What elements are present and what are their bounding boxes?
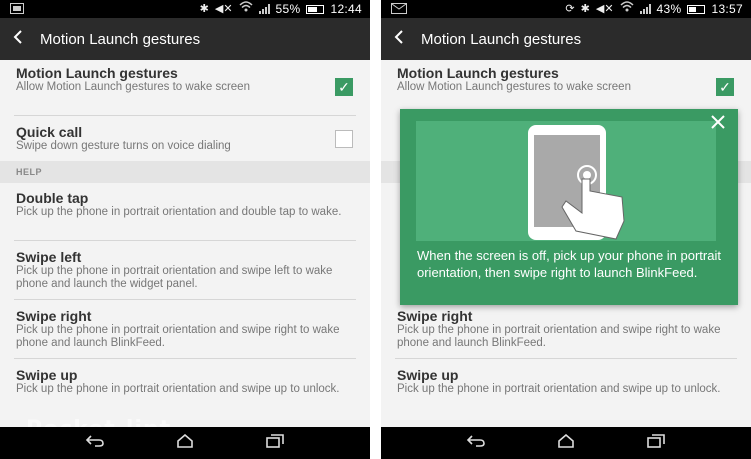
divider	[14, 115, 356, 116]
section-header-help: HELP	[0, 161, 370, 183]
clock: 12:44	[330, 2, 362, 16]
help-subtitle: Pick up the phone in portrait orientatio…	[397, 383, 721, 395]
clock: 13:57	[711, 2, 743, 16]
help-item-swipe-up[interactable]: Swipe up Pick up the phone in portrait o…	[381, 367, 751, 396]
close-icon[interactable]	[710, 113, 726, 136]
help-item-swipe-right[interactable]: Swipe right Pick up the phone in portrai…	[381, 308, 751, 350]
action-bar: Motion Launch gestures	[381, 18, 751, 60]
motion-launch-checkbox[interactable]: ✓	[335, 78, 353, 96]
signal-icon	[258, 4, 270, 14]
help-subtitle: Pick up the phone in portrait orientatio…	[16, 324, 340, 349]
help-title: Swipe up	[397, 367, 459, 383]
divider	[14, 240, 356, 241]
divider	[14, 299, 356, 300]
page-title: Motion Launch gestures	[421, 30, 582, 48]
home-icon[interactable]	[170, 433, 200, 453]
phone-screen-right: ⟳ ✱ ◀✕ 43% 13:57 Motion Launch gestures …	[381, 0, 751, 459]
setting-subtitle: Allow Motion Launch gestures to wake scr…	[397, 81, 631, 93]
chevron-left-icon[interactable]	[381, 28, 417, 51]
battery-icon	[687, 4, 706, 14]
recents-icon[interactable]	[260, 433, 290, 453]
sync-icon: ⟳	[565, 3, 575, 15]
setting-quick-call[interactable]: Quick call Swipe down gesture turns on v…	[0, 124, 370, 153]
gesture-illustration	[416, 121, 716, 241]
setting-title: Motion Launch gestures	[16, 65, 178, 81]
mail-icon	[391, 3, 407, 17]
help-title: Swipe right	[397, 308, 473, 324]
tutorial-text: When the screen is off, pick up your pho…	[417, 248, 721, 280]
help-subtitle: Pick up the phone in portrait orientatio…	[397, 324, 721, 349]
phone-hand-illustration	[528, 125, 625, 240]
setting-title: Motion Launch gestures	[397, 65, 559, 81]
setting-subtitle: Allow Motion Launch gestures to wake scr…	[16, 81, 250, 93]
status-bar: ✱ ◀✕ 55% 12:44	[0, 0, 370, 18]
divider	[14, 358, 356, 359]
mute-icon: ◀✕	[214, 3, 233, 15]
quick-call-checkbox[interactable]	[335, 130, 353, 148]
battery-icon	[306, 4, 325, 14]
motion-launch-checkbox[interactable]: ✓	[716, 78, 734, 96]
setting-title: Quick call	[16, 124, 83, 140]
help-subtitle: Pick up the phone in portrait orientatio…	[16, 383, 340, 395]
chevron-left-icon[interactable]	[0, 28, 36, 51]
bluetooth-icon: ✱	[199, 3, 209, 15]
help-item-swipe-left[interactable]: Swipe left Pick up the phone in portrait…	[0, 249, 370, 291]
battery-percent: 43%	[656, 2, 682, 16]
help-title: Double tap	[16, 190, 89, 206]
image-notification-icon	[10, 3, 24, 17]
setting-subtitle: Swipe down gesture turns on voice dialin…	[16, 140, 231, 152]
signal-icon	[639, 4, 651, 14]
wifi-icon	[239, 0, 253, 18]
recents-icon[interactable]	[641, 433, 671, 453]
help-item-double-tap[interactable]: Double tap Pick up the phone in portrait…	[0, 190, 370, 219]
wifi-icon	[620, 0, 634, 18]
help-title: Swipe left	[16, 249, 82, 265]
navigation-bar	[0, 427, 370, 459]
bluetooth-icon: ✱	[580, 3, 590, 15]
status-bar: ⟳ ✱ ◀✕ 43% 13:57	[381, 0, 751, 18]
setting-motion-launch[interactable]: Motion Launch gestures Allow Motion Laun…	[0, 65, 370, 94]
navigation-bar	[381, 427, 751, 459]
battery-percent: 55%	[275, 2, 301, 16]
mute-icon: ◀✕	[595, 3, 614, 15]
help-item-swipe-up[interactable]: Swipe up Pick up the phone in portrait o…	[0, 367, 370, 396]
divider	[395, 358, 737, 359]
help-title: Swipe up	[16, 367, 78, 383]
help-subtitle: Pick up the phone in portrait orientatio…	[16, 265, 333, 290]
gesture-tutorial-popup: When the screen is off, pick up your pho…	[400, 109, 738, 305]
phone-screen-left: ✱ ◀✕ 55% 12:44 Motion Launch gestures Mo…	[0, 0, 370, 459]
help-subtitle: Pick up the phone in portrait orientatio…	[16, 206, 342, 218]
help-item-swipe-right[interactable]: Swipe right Pick up the phone in portrai…	[0, 308, 370, 350]
setting-motion-launch[interactable]: Motion Launch gestures Allow Motion Laun…	[381, 65, 751, 94]
action-bar: Motion Launch gestures	[0, 18, 370, 60]
back-arrow-icon[interactable]	[461, 434, 491, 452]
help-title: Swipe right	[16, 308, 92, 324]
back-arrow-icon[interactable]	[80, 434, 110, 452]
page-title: Motion Launch gestures	[40, 30, 201, 48]
home-icon[interactable]	[551, 433, 581, 453]
settings-list: Motion Launch gestures Allow Motion Laun…	[0, 60, 370, 427]
